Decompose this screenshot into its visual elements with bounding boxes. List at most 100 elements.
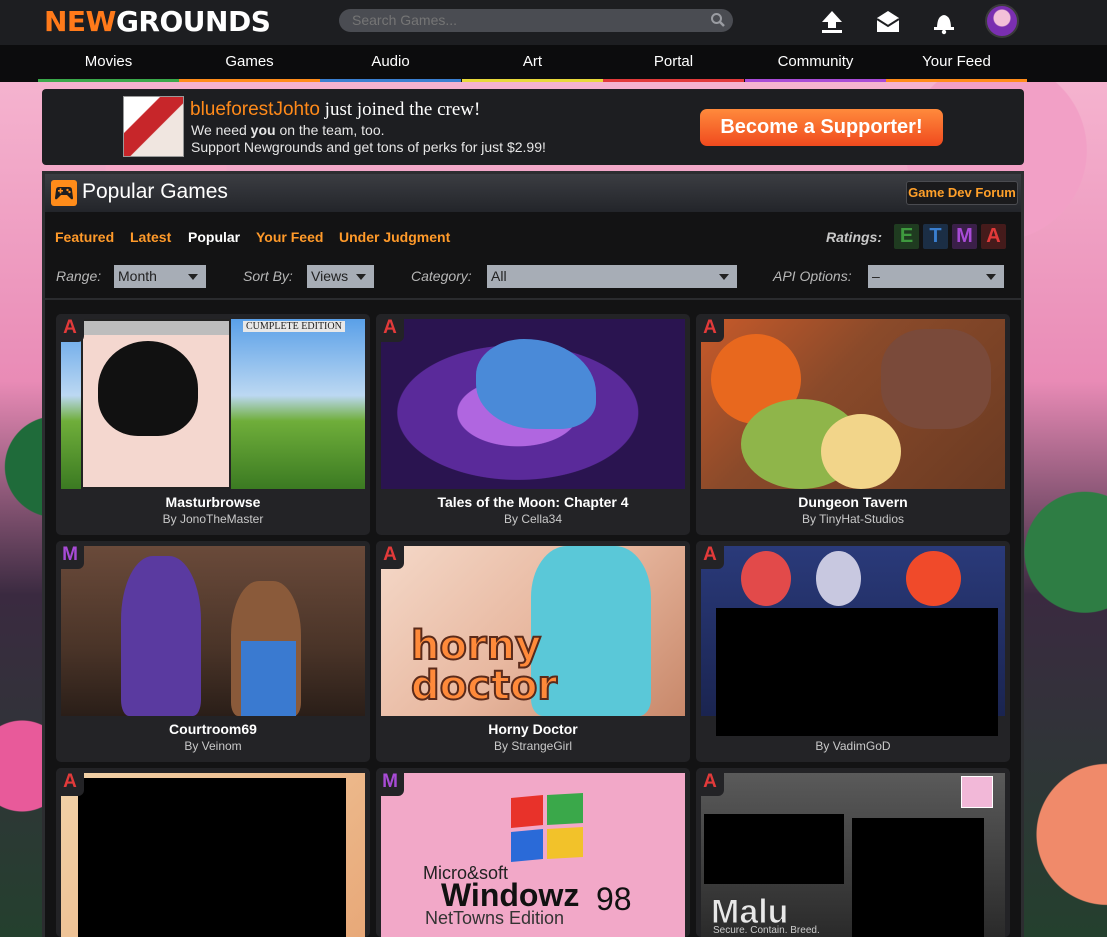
tab-your-feed[interactable]: Your Feed: [256, 229, 323, 245]
game-author[interactable]: By JonoTheMaster: [56, 512, 370, 526]
rating-badge-adult: A: [696, 314, 724, 342]
new-supporter-avatar[interactable]: [123, 96, 184, 157]
tab-latest[interactable]: Latest: [130, 229, 171, 245]
thumbnail-logo-text: horny doctor: [410, 623, 558, 709]
promo-username[interactable]: blueforestJohto: [190, 99, 320, 120]
newgrounds-logo[interactable]: NEWGROUNDS: [44, 6, 271, 38]
notification-bell-icon[interactable]: [930, 8, 958, 36]
game-thumbnail[interactable]: Micro&soft Windowz 98 NetTowns Edition: [381, 773, 685, 937]
filter-divider: [45, 298, 1021, 300]
tab-featured[interactable]: Featured: [55, 229, 114, 245]
thumbnail-character: [121, 556, 201, 716]
tab-popular[interactable]: Popular: [188, 229, 240, 245]
game-card-row3-1[interactable]: A: [56, 768, 370, 937]
tab-under-judgment[interactable]: Under Judgment: [339, 229, 450, 245]
thumbnail-caption: CUMPLETE EDITION: [243, 321, 345, 332]
category-select[interactable]: All: [487, 265, 737, 288]
game-author[interactable]: By TinyHat-Studios: [696, 512, 1010, 526]
nav-games[interactable]: Games: [179, 45, 320, 79]
thumbnail-character: [816, 551, 861, 606]
game-thumbnail[interactable]: [381, 319, 685, 489]
nav-stripe-portal: [603, 79, 744, 82]
search-input[interactable]: [339, 9, 733, 32]
gamepad-icon: [51, 180, 77, 206]
sort-by-select[interactable]: Views: [307, 265, 374, 288]
api-options-label: API Options:: [773, 268, 852, 284]
mail-icon[interactable]: [874, 8, 902, 36]
rating-badge-adult: A: [696, 768, 724, 796]
nav-stripe-movies: [38, 79, 179, 82]
thumbnail-character: [906, 551, 961, 606]
thumbnail-text-edition: NetTowns Edition: [425, 908, 565, 928]
nav-your-feed[interactable]: Your Feed: [886, 45, 1027, 79]
game-thumbnail[interactable]: [701, 319, 1005, 489]
game-dev-forum-button[interactable]: Game Dev Forum: [906, 181, 1018, 205]
thumbnail-character-dress: [241, 641, 296, 716]
nav-community[interactable]: Community: [745, 45, 886, 79]
rating-badge-adult: A: [56, 314, 84, 342]
game-thumbnail[interactable]: CUMPLETE EDITION: [61, 319, 365, 489]
rating-filter-t[interactable]: T: [923, 224, 948, 249]
nav-art[interactable]: Art: [462, 45, 603, 79]
nav-portal[interactable]: Portal: [603, 45, 744, 79]
api-options-select[interactable]: –: [868, 265, 1004, 288]
become-supporter-button[interactable]: Become a Supporter!: [700, 109, 943, 146]
game-card-vadimgod[interactable]: A By VadimGoD: [696, 541, 1010, 762]
user-avatar[interactable]: [985, 4, 1019, 38]
sort-by-label: Sort By:: [243, 268, 293, 284]
chevron-down-icon: [356, 274, 366, 280]
redacted-block: [852, 818, 984, 937]
game-author[interactable]: By Veinom: [56, 739, 370, 753]
nav-movies[interactable]: Movies: [38, 45, 179, 79]
thumbnail-character: [821, 414, 901, 489]
rating-filter-e[interactable]: E: [894, 224, 919, 249]
thumbnail-tagline: Secure. Contain. Breed.: [713, 925, 820, 936]
game-title[interactable]: Courtroom69: [56, 721, 370, 737]
ratings-label: Ratings:: [826, 229, 882, 245]
game-title[interactable]: Dungeon Tavern: [696, 494, 1010, 510]
thumbnail-text-version: 98: [596, 881, 632, 917]
game-author[interactable]: By VadimGoD: [696, 739, 1010, 753]
panel-title: Popular Games: [82, 180, 228, 203]
nav-stripe-community: [745, 79, 886, 82]
nav-stripe-your-feed: [886, 79, 1027, 82]
thumbnail-window-art: [81, 319, 231, 489]
game-title[interactable]: Horny Doctor: [376, 721, 690, 737]
range-select[interactable]: Month: [114, 265, 206, 288]
game-author[interactable]: By StrangeGirl: [376, 739, 690, 753]
game-thumbnail[interactable]: [61, 546, 365, 716]
redacted-block: [716, 608, 998, 736]
nav-audio[interactable]: Audio: [320, 45, 461, 79]
rating-filter-m[interactable]: M: [952, 224, 977, 249]
game-author[interactable]: By Cella34: [376, 512, 690, 526]
game-card-windowz98[interactable]: Micro&soft Windowz 98 NetTowns Edition M: [376, 768, 690, 937]
game-card-tales-of-the-moon[interactable]: A Tales of the Moon: Chapter 4 By Cella3…: [376, 314, 690, 535]
chevron-down-icon: [719, 274, 729, 280]
game-card-malu[interactable]: Malu Secure. Contain. Breed. A: [696, 768, 1010, 937]
promo-headline: blueforestJohto just joined the crew!: [190, 99, 481, 120]
rating-badge-adult: A: [696, 541, 724, 569]
nav-stripe-games: [179, 79, 320, 82]
redacted-block: [704, 814, 844, 884]
game-card-masturbrowse[interactable]: CUMPLETE EDITION A Masturbrowse By JonoT…: [56, 314, 370, 535]
rating-badge-mature: M: [376, 768, 404, 796]
game-title[interactable]: Masturbrowse: [56, 494, 370, 510]
game-card-dungeon-tavern[interactable]: A Dungeon Tavern By TinyHat-Studios: [696, 314, 1010, 535]
game-card-courtroom69[interactable]: M Courtroom69 By Veinom: [56, 541, 370, 762]
rating-filter-a[interactable]: A: [981, 224, 1006, 249]
thumbnail-character-hair: [98, 341, 198, 436]
chevron-down-icon: [986, 274, 996, 280]
game-thumbnail[interactable]: horny doctor: [381, 546, 685, 716]
main-nav: Movies Games Audio Art Portal Community …: [0, 45, 1107, 82]
thumbnail-window-titlebar: [83, 321, 229, 335]
nav-stripe-audio: [320, 79, 461, 82]
game-card-horny-doctor[interactable]: horny doctor A Horny Doctor By StrangeGi…: [376, 541, 690, 762]
search-icon[interactable]: [710, 12, 726, 28]
nav-stripe-art: [462, 79, 603, 82]
chevron-down-icon: [188, 274, 198, 280]
promo-line-2: We need you on the team, too.: [191, 122, 385, 138]
windows-logo-icon: [511, 793, 583, 862]
game-title[interactable]: Tales of the Moon: Chapter 4: [376, 494, 690, 510]
range-label: Range:: [56, 268, 102, 284]
upload-icon[interactable]: [818, 8, 846, 36]
